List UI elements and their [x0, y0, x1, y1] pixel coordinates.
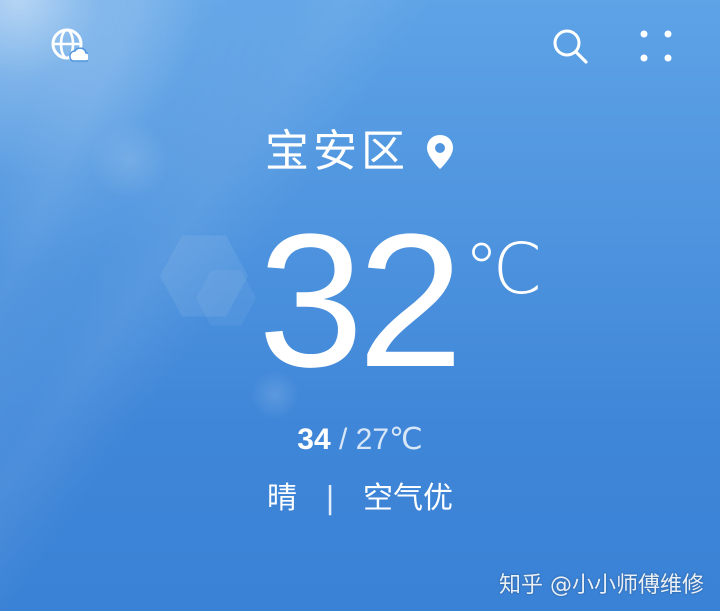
weather-screen: 宝安区 32 ℃ 34 / 27℃ 晴 | 空气优 知乎 @小小师傅维修: [0, 0, 720, 611]
temperature-value: 32: [258, 195, 463, 407]
condition-divider: |: [324, 481, 336, 516]
city-manager-button[interactable]: [47, 24, 91, 68]
search-icon: [553, 29, 588, 64]
temperature-unit: ℃: [464, 228, 543, 310]
watermark: 知乎 @小小师傅维修: [499, 573, 704, 598]
globe-cloud-icon: [51, 28, 88, 62]
location-header[interactable]: 宝安区: [0, 122, 720, 182]
search-button[interactable]: [548, 24, 592, 68]
weather-condition: 晴 | 空气优: [0, 478, 720, 520]
top-bar: [0, 0, 720, 92]
grid-dots-icon: [640, 30, 672, 62]
current-temperature: 32 ℃: [0, 196, 720, 406]
range-separator: /: [330, 423, 356, 456]
more-menu-button[interactable]: [634, 24, 678, 68]
weather-description: 晴: [266, 481, 297, 516]
air-quality[interactable]: 空气优: [363, 478, 453, 520]
temperature-range: 34 / 27℃: [0, 420, 720, 460]
location-pin-icon: [425, 133, 455, 171]
high-temperature: 34: [297, 423, 331, 456]
low-temperature: 27℃: [355, 423, 423, 456]
location-name: 宝安区: [265, 126, 409, 177]
